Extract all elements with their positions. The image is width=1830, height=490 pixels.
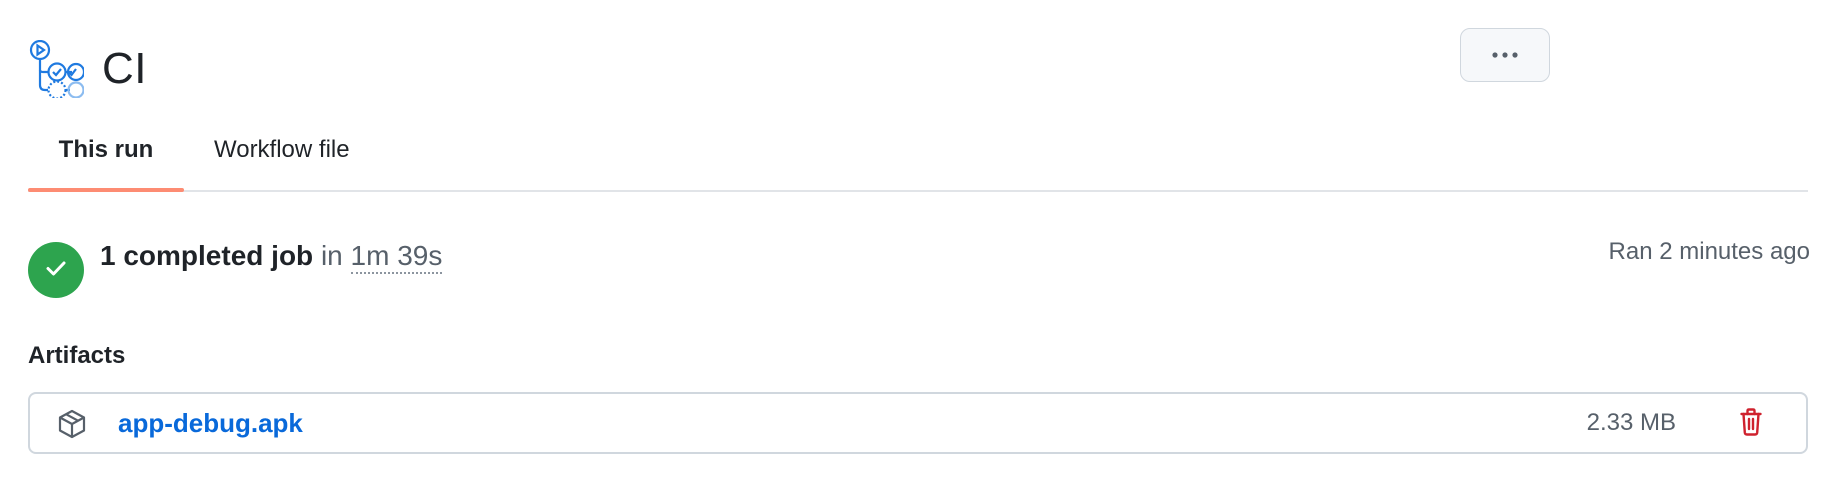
ran-timestamp: Ran 2 minutes ago bbox=[1608, 238, 1810, 265]
workflow-header: CI bbox=[28, 18, 147, 121]
success-status-badge bbox=[28, 242, 84, 298]
artifacts-heading: Artifacts bbox=[28, 342, 126, 369]
more-options-button[interactable] bbox=[1460, 28, 1550, 82]
workflow-icon bbox=[28, 40, 84, 99]
in-text: in bbox=[320, 240, 343, 271]
artifact-row: app-debug.apk 2.33 MB bbox=[28, 392, 1808, 454]
tab-workflow-file[interactable]: Workflow file bbox=[214, 110, 350, 190]
package-icon bbox=[58, 409, 86, 444]
run-tabs: This run Workflow file bbox=[28, 110, 1808, 192]
run-summary: 1 completed job in 1m 39s bbox=[100, 238, 443, 274]
trash-icon bbox=[1740, 407, 1762, 441]
run-duration[interactable]: 1m 39s bbox=[350, 240, 443, 274]
workflow-run-page: CI This run Workflow file 1 completed jo… bbox=[0, 0, 1830, 490]
page-title: CI bbox=[102, 44, 147, 94]
artifact-size: 2.33 MB bbox=[1586, 409, 1676, 436]
kebab-horizontal-icon bbox=[1491, 46, 1519, 64]
completed-jobs-text: 1 completed job bbox=[100, 240, 314, 271]
artifact-download-link[interactable]: app-debug.apk bbox=[118, 408, 303, 439]
delete-artifact-button[interactable] bbox=[1734, 407, 1768, 441]
check-icon bbox=[43, 255, 69, 286]
tab-this-run[interactable]: This run bbox=[28, 110, 184, 192]
